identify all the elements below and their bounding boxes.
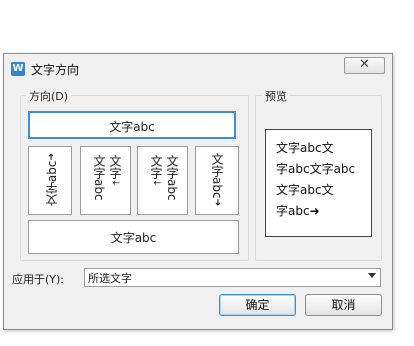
option-sample-col2: 文字↓	[108, 155, 122, 187]
preview-line: 字abc➜	[276, 204, 320, 218]
direction-option-vertical-stacked[interactable]: 文字abc 文字↓	[80, 146, 131, 215]
chevron-down-icon	[368, 273, 376, 278]
option-sample-col2: 文字↓	[149, 155, 163, 187]
option-sample-text: 文字abc➜	[45, 153, 59, 207]
preview-line: 文字abc文	[276, 141, 334, 155]
option-sample-col1: 文字abc	[92, 155, 106, 201]
direction-option-horizontal-upside-down[interactable]: 文字abc	[28, 220, 239, 254]
close-button[interactable]: ✕	[344, 57, 385, 74]
preview-line: 文字abc文	[276, 183, 334, 197]
dialog-title: 文字方向	[31, 63, 80, 77]
preview-group-label: 预览	[262, 88, 290, 104]
direction-group-label: 方向(D)	[26, 88, 72, 104]
cancel-button[interactable]: 取消	[305, 294, 382, 316]
option-sample-text: 文字abc	[110, 231, 157, 245]
apply-to-label: 应用于(Y):	[12, 273, 65, 286]
close-icon: ✕	[359, 57, 370, 72]
ok-button[interactable]: 确定	[219, 294, 296, 316]
option-sample-text: 文字abc	[109, 120, 155, 134]
apply-to-value: 所选文字	[88, 272, 132, 285]
apply-to-select[interactable]: 所选文字	[84, 268, 381, 287]
direction-option-vertical-rotated-left[interactable]: 文字abc➜	[28, 146, 72, 215]
title-bar: W 文字方向 ✕	[4, 54, 392, 84]
option-sample-col1: 文字abc	[165, 155, 179, 201]
direction-option-horizontal[interactable]: 文字abc	[28, 111, 236, 139]
option-sample-text: 文字abc➜	[210, 153, 224, 207]
preview-line: 字abc文字abc	[276, 162, 356, 176]
text-direction-dialog: W 文字方向 ✕ 方向(D) 文字abc 文字abc➜ 文字abc 文字↓ 文字…	[3, 53, 393, 330]
preview-box: 文字abc文 字abc文字abc 文字abc文 字abc➜	[265, 129, 372, 237]
wps-writer-icon: W	[11, 62, 25, 76]
direction-option-vertical-rotated-right[interactable]: 文字abc➜	[195, 146, 239, 215]
direction-option-vertical-stacked-rtl[interactable]: 文字↓ 文字abc	[137, 146, 188, 215]
